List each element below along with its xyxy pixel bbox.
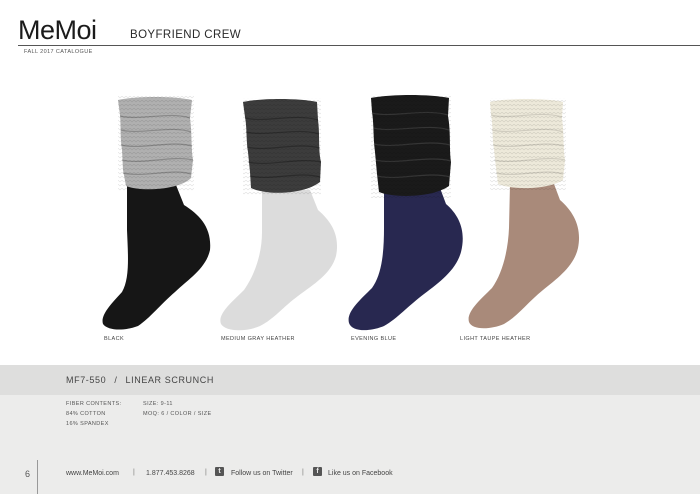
website-link[interactable]: www.MeMoi.com xyxy=(66,470,119,477)
size-info: SIZE: 9-11 MOQ: 6 / COLOR / SIZE xyxy=(143,399,212,419)
footer-separator: | xyxy=(205,469,207,476)
fiber-label: FIBER CONTENTS: xyxy=(66,401,122,407)
style-number: MF7-550 / LINEAR SCRUNCH xyxy=(66,375,214,385)
caption-light-taupe-heather: LIGHT TAUPE HEATHER xyxy=(460,336,531,342)
style-separator: / xyxy=(114,375,118,385)
phone-number: 1.877.453.8268 xyxy=(146,470,195,477)
sock-evening-blue xyxy=(348,94,463,331)
sock-black xyxy=(102,96,211,330)
product-photos xyxy=(102,94,580,331)
size-range: SIZE: 9-11 xyxy=(143,401,173,407)
fiber-contents: FIBER CONTENTS: 84% COTTON 16% SPANDEX xyxy=(66,399,122,429)
footer-separator: | xyxy=(302,469,304,476)
page-number: 6 xyxy=(25,469,31,479)
footer-divider xyxy=(37,460,38,494)
sock-medium-gray-heather xyxy=(220,98,338,331)
style-name: LINEAR SCRUNCH xyxy=(125,375,214,385)
fiber-cotton: 84% COTTON xyxy=(66,411,106,417)
style-code: MF7-550 xyxy=(66,375,107,385)
caption-evening-blue: EVENING BLUE xyxy=(351,336,397,342)
facebook-icon[interactable]: f xyxy=(313,467,322,476)
minimum-order: MOQ: 6 / COLOR / SIZE xyxy=(143,411,212,417)
sock-light-taupe-heather xyxy=(468,98,580,329)
caption-black: BLACK xyxy=(104,336,125,342)
facebook-link[interactable]: Like us on Facebook xyxy=(328,470,393,477)
twitter-icon[interactable]: t xyxy=(215,467,224,476)
footer-separator: | xyxy=(133,469,135,476)
twitter-link[interactable]: Follow us on Twitter xyxy=(231,470,293,477)
caption-medium-gray-heather: MEDIUM GRAY HEATHER xyxy=(221,336,295,342)
fiber-spandex: 16% SPANDEX xyxy=(66,421,109,427)
